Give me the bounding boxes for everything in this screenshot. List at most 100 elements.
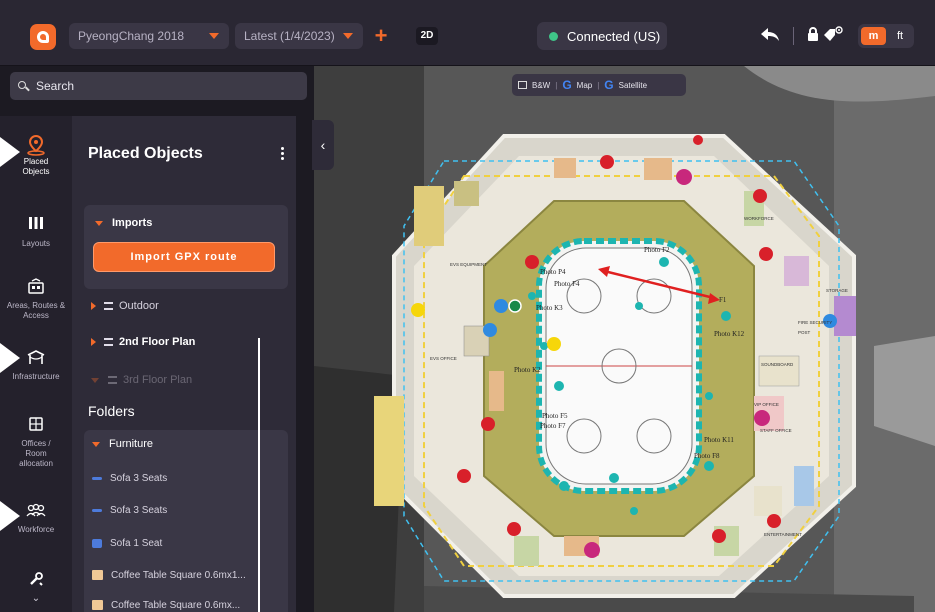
columns-icon: [0, 216, 72, 234]
chevron-down-icon: [343, 33, 353, 39]
svg-text:VIP OFFICE: VIP OFFICE: [754, 402, 779, 407]
svg-text:POST: POST: [798, 330, 811, 335]
svg-text:EVS EQUIPMENT: EVS EQUIPMENT: [450, 262, 487, 267]
unit-imperial-button[interactable]: ft: [889, 27, 911, 45]
connection-status: Connected (US): [537, 22, 667, 50]
svg-text:Photo F4: Photo F4: [554, 280, 580, 288]
collapse-panel-button[interactable]: ‹: [312, 120, 334, 170]
panel-title: Placed Objects: [88, 145, 203, 162]
more-options-icon[interactable]: [281, 147, 285, 162]
layer-label: 3rd Floor Plan: [123, 374, 193, 386]
list-item[interactable]: Sofa 3 Seats: [92, 505, 167, 516]
caret-down-icon: [91, 377, 99, 383]
version-select[interactable]: Latest (1/4/2023): [235, 23, 363, 49]
table-swatch-icon: [92, 600, 103, 611]
layer-3rd-floor[interactable]: 3rd Floor Plan: [91, 374, 192, 386]
list-item[interactable]: Coffee Table Square 0.6mx...: [92, 600, 240, 611]
nav-tools[interactable]: ⌄: [0, 571, 72, 604]
nav-layouts[interactable]: Layouts: [0, 216, 72, 249]
nav-label: Workforce: [17, 525, 55, 534]
google-icon: G: [604, 78, 614, 92]
imports-heading: Imports: [112, 217, 153, 229]
connection-label: Connected (US): [567, 28, 661, 44]
list-item[interactable]: Sofa 3 Seats: [92, 473, 167, 484]
version-select-value: Latest (1/4/2023): [244, 29, 335, 43]
item-label: Sofa 3 Seats: [110, 505, 168, 516]
list-item[interactable]: Sofa 1 Seat: [92, 538, 162, 549]
tag-visibility-icon[interactable]: [823, 26, 845, 50]
svg-text:Photo F7: Photo F7: [540, 422, 566, 430]
nav-areas-routes[interactable]: Areas, Routes & Access: [0, 278, 72, 321]
map-type-map[interactable]: Map: [577, 81, 593, 90]
caret-right-icon: [91, 338, 96, 347]
folder-toggle[interactable]: Furniture: [92, 438, 153, 450]
lock-icon[interactable]: [806, 26, 820, 48]
view-mode-toggle[interactable]: 2D: [416, 27, 438, 45]
item-label: Sofa 3 Seats: [110, 473, 168, 484]
pointer-arrow-icon: [0, 343, 20, 373]
drag-indicator-line: [258, 338, 260, 612]
project-select[interactable]: PyeongChang 2018: [69, 23, 229, 49]
project-select-value: PyeongChang 2018: [78, 29, 185, 43]
svg-text:Photo F2: Photo F2: [644, 246, 670, 254]
app-logo[interactable]: [30, 24, 56, 50]
import-gpx-button[interactable]: Import GPX route: [93, 242, 275, 272]
list-item[interactable]: Coffee Table Square 0.6mx1...: [92, 570, 246, 581]
floor-plan-map[interactable]: Photo P4 Photo F4 F1 Photo F5 Photo F8 P…: [314, 66, 935, 612]
nav-label: Placed Objects: [22, 157, 50, 176]
svg-text:ENTERTAINMENT: ENTERTAINMENT: [764, 532, 802, 537]
search-label: Search: [36, 79, 75, 93]
route-icon: [0, 278, 72, 296]
pointer-arrow-icon: [0, 501, 20, 531]
nav-label: Infrastructure: [12, 372, 60, 381]
svg-text:Photo F8: Photo F8: [694, 452, 720, 460]
add-version-button[interactable]: +: [372, 25, 390, 47]
layers-icon: [104, 338, 113, 347]
layer-outdoor[interactable]: Outdoor: [91, 300, 159, 312]
caret-down-icon: [92, 441, 100, 447]
svg-text:F1: F1: [719, 296, 727, 304]
layer-2nd-floor[interactable]: 2nd Floor Plan: [91, 336, 195, 348]
bw-icon: [518, 81, 527, 89]
svg-text:Photo K2: Photo K2: [514, 366, 541, 374]
sofa-swatch-icon: [92, 476, 102, 480]
layers-icon: [108, 376, 117, 385]
undo-icon[interactable]: [760, 26, 780, 50]
unit-metric-button[interactable]: m: [861, 27, 886, 45]
map-type-bw[interactable]: B&W: [532, 81, 550, 90]
search-input[interactable]: Search: [10, 72, 307, 100]
item-label: Coffee Table Square 0.6mx...: [111, 600, 241, 611]
layer-label: Outdoor: [119, 300, 159, 312]
layer-label: 2nd Floor Plan: [119, 336, 196, 348]
tools-icon: [0, 571, 72, 589]
nav-label: Areas, Routes & Access: [6, 301, 66, 320]
svg-text:Photo P4: Photo P4: [540, 268, 566, 276]
imports-toggle[interactable]: Imports: [95, 217, 152, 229]
office-icon: [0, 416, 72, 434]
layers-icon: [104, 302, 113, 311]
svg-text:Photo K3: Photo K3: [536, 304, 563, 312]
folders-heading: Folders: [88, 403, 135, 419]
nav-offices[interactable]: Offices / Room allocation: [0, 416, 72, 469]
map-type-satellite[interactable]: Satellite: [619, 81, 647, 90]
sofa-swatch-icon: [92, 538, 102, 548]
chevron-down-icon[interactable]: ⌄: [0, 594, 72, 604]
svg-text:WORKFORCE: WORKFORCE: [744, 216, 774, 221]
app-window: PyeongChang 2018 Latest (1/4/2023) + 2D …: [0, 0, 935, 612]
item-label: Sofa 1 Seat: [110, 538, 163, 549]
svg-text:EVS OFFICE: EVS OFFICE: [430, 356, 457, 361]
unit-toggle: m ft: [858, 24, 914, 48]
chevron-down-icon: [209, 33, 219, 39]
top-bar: PyeongChang 2018 Latest (1/4/2023) + 2D …: [0, 0, 935, 66]
svg-text:SOUNDBOARD: SOUNDBOARD: [761, 362, 794, 367]
pointer-arrow-icon: [0, 137, 20, 167]
google-icon: G: [562, 78, 572, 92]
logo-mark: [37, 31, 49, 43]
svg-text:Photo F5: Photo F5: [542, 412, 568, 420]
table-swatch-icon: [92, 570, 103, 581]
svg-text:Photo K11: Photo K11: [704, 436, 734, 444]
svg-text:STAFF OFFICE: STAFF OFFICE: [760, 428, 792, 433]
caret-down-icon: [95, 220, 103, 226]
caret-right-icon: [91, 302, 96, 311]
nav-label: Layouts: [21, 239, 51, 248]
